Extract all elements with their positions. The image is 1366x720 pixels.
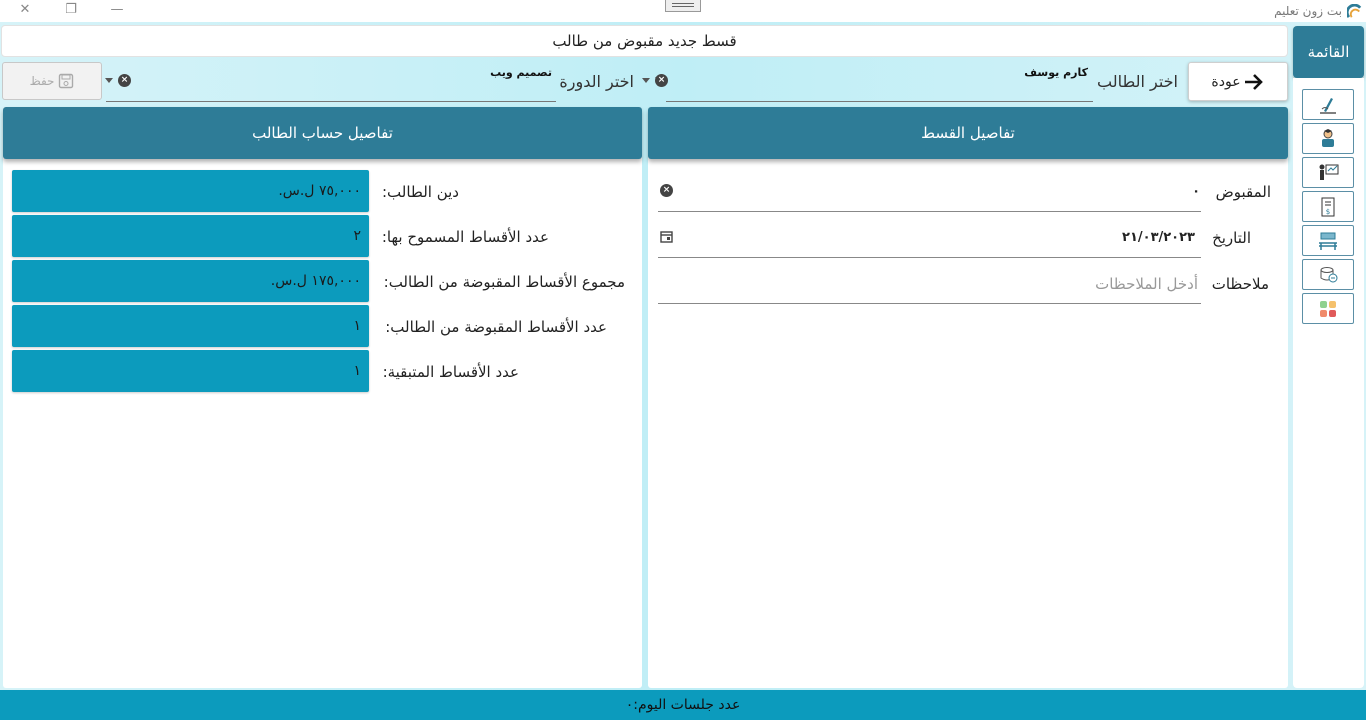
invoice-icon: $ <box>1321 197 1335 216</box>
allowed-installments-value: ٢ <box>12 215 369 257</box>
date-underline <box>658 257 1201 258</box>
close-icon[interactable]: ✕ <box>14 1 36 19</box>
received-count-label: عدد الأقساط المقبوضة من الطالب: <box>385 318 607 336</box>
installment-panel-title: تفاصيل القسط <box>648 107 1288 159</box>
received-total-value: ١٧٥,٠٠٠ ل.س. <box>12 260 369 302</box>
debt-label: دين الطالب: <box>381 183 459 201</box>
nav-teacher-button[interactable] <box>1302 89 1354 120</box>
date-label: التاريخ <box>1212 229 1251 247</box>
calendar-icon[interactable] <box>660 230 673 243</box>
student-select-label: اختر الطالب <box>1097 72 1178 91</box>
notes-underline <box>658 303 1201 304</box>
student-select-value[interactable]: كارم يوسف <box>1024 66 1088 79</box>
arrow-right-icon <box>1244 73 1263 90</box>
received-label: المقبوض <box>1215 183 1271 201</box>
student-icon <box>1322 128 1334 147</box>
minimize-icon[interactable]: — <box>106 1 128 19</box>
app-logo-icon <box>1347 4 1362 19</box>
payment-icon <box>1320 266 1338 282</box>
notes-input[interactable]: أدخل الملاحظات <box>1095 275 1198 293</box>
course-select-underline <box>106 101 556 102</box>
course-select-caret[interactable] <box>642 78 650 83</box>
course-select-label: اختر الدورة <box>559 72 634 91</box>
remaining-count-label: عدد الأقساط المتبقية: <box>382 363 519 381</box>
date-input[interactable]: ٢١/٠٣/٢٠٢٣ <box>1122 230 1195 245</box>
received-underline <box>658 211 1201 212</box>
remaining-count-value: ١ <box>12 350 369 392</box>
course-clear-icon[interactable]: × <box>118 74 131 87</box>
nav-apps-button[interactable] <box>1302 293 1354 324</box>
nav-classroom-button[interactable] <box>1302 157 1354 188</box>
status-bar: عدد جلسات اليوم:٠ <box>0 690 1366 720</box>
page-title: قسط جديد مقبوض من طالب <box>1 25 1288 57</box>
student-clear-icon[interactable]: × <box>655 74 668 87</box>
menu-button[interactable]: القائمة <box>1293 26 1364 78</box>
seats-icon <box>1319 232 1337 250</box>
app-title: بت زون تعليم <box>1274 4 1342 18</box>
account-panel-title: تفاصيل حساب الطالب <box>3 107 642 159</box>
classroom-icon <box>1319 164 1339 180</box>
save-button-label: حفظ <box>29 74 55 88</box>
back-button-label: عودة <box>1211 73 1241 90</box>
received-total-label: مجموع الأقساط المقبوضة من الطالب: <box>383 273 625 291</box>
course-select-value[interactable]: تصميم ويب <box>490 66 552 79</box>
received-count-value: ١ <box>12 305 369 347</box>
svg-text:$: $ <box>1326 208 1330 216</box>
notes-label: ملاحظات <box>1211 275 1269 293</box>
nav-invoice-button[interactable]: $ <box>1302 191 1354 222</box>
apps-icon <box>1320 300 1336 317</box>
teacher-icon <box>1320 97 1336 114</box>
save-button[interactable]: حفظ <box>2 62 102 100</box>
drag-handle[interactable] <box>665 0 701 12</box>
back-button[interactable]: عودة <box>1188 62 1288 101</box>
received-input[interactable]: ٠ <box>1192 184 1200 199</box>
restore-icon[interactable]: ❐ <box>60 1 82 19</box>
allowed-installments-label: عدد الأقساط المسموح بها: <box>381 228 549 246</box>
nav-seats-button[interactable] <box>1302 225 1354 256</box>
nav-payment-button[interactable] <box>1302 259 1354 290</box>
nav-student-button[interactable] <box>1302 123 1354 154</box>
debt-value: ٧٥,٠٠٠ ل.س. <box>12 170 369 212</box>
student-select-underline <box>666 101 1093 102</box>
received-clear-icon[interactable]: × <box>660 184 673 197</box>
save-icon <box>59 73 74 89</box>
course-dropdown-caret[interactable] <box>105 78 113 83</box>
